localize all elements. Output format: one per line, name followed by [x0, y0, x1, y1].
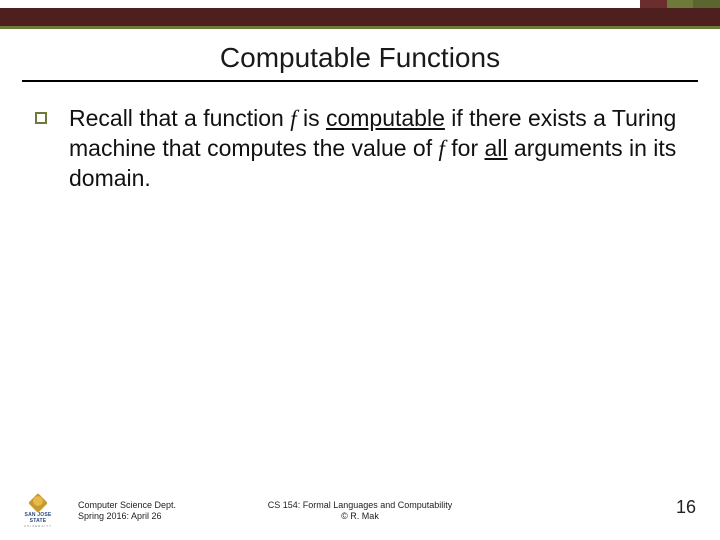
footer-left: Computer Science Dept. Spring 2016: Apri… [78, 500, 176, 523]
body-text: Recall that a function f is computable i… [69, 104, 690, 194]
university-logo: SAN JOSE STATE UNIVERSITY [18, 496, 58, 526]
accent-bar-olive-dark [693, 0, 720, 8]
header-banner [0, 8, 720, 26]
slide-title: Computable Functions [0, 42, 720, 74]
square-bullet-icon [35, 112, 47, 124]
text-segment: for [445, 135, 485, 161]
footer-center: CS 154: Formal Languages and Computabili… [268, 500, 453, 523]
text-segment: is [297, 105, 326, 131]
accent-bar-maroon [640, 0, 667, 8]
accent-bar-olive [667, 0, 694, 8]
footer-term: Spring 2016: April 26 [78, 511, 176, 522]
accent-bars [640, 0, 720, 8]
logo-mark-icon [28, 493, 48, 513]
content-block: Recall that a function f is computable i… [35, 104, 690, 194]
header-subline [0, 26, 720, 29]
footer: SAN JOSE STATE UNIVERSITY Computer Scien… [0, 490, 720, 530]
underlined-term: all [485, 135, 508, 161]
title-underline [22, 80, 698, 82]
text-segment: Recall that a function [69, 105, 290, 131]
footer-course: CS 154: Formal Languages and Computabili… [268, 500, 453, 511]
footer-dept: Computer Science Dept. [78, 500, 176, 511]
underlined-term: computable [326, 105, 445, 131]
logo-subtext: UNIVERSITY [18, 524, 58, 528]
logo-text: SAN JOSE STATE [18, 512, 58, 524]
footer-copyright: © R. Mak [268, 511, 453, 522]
page-number: 16 [676, 497, 696, 518]
